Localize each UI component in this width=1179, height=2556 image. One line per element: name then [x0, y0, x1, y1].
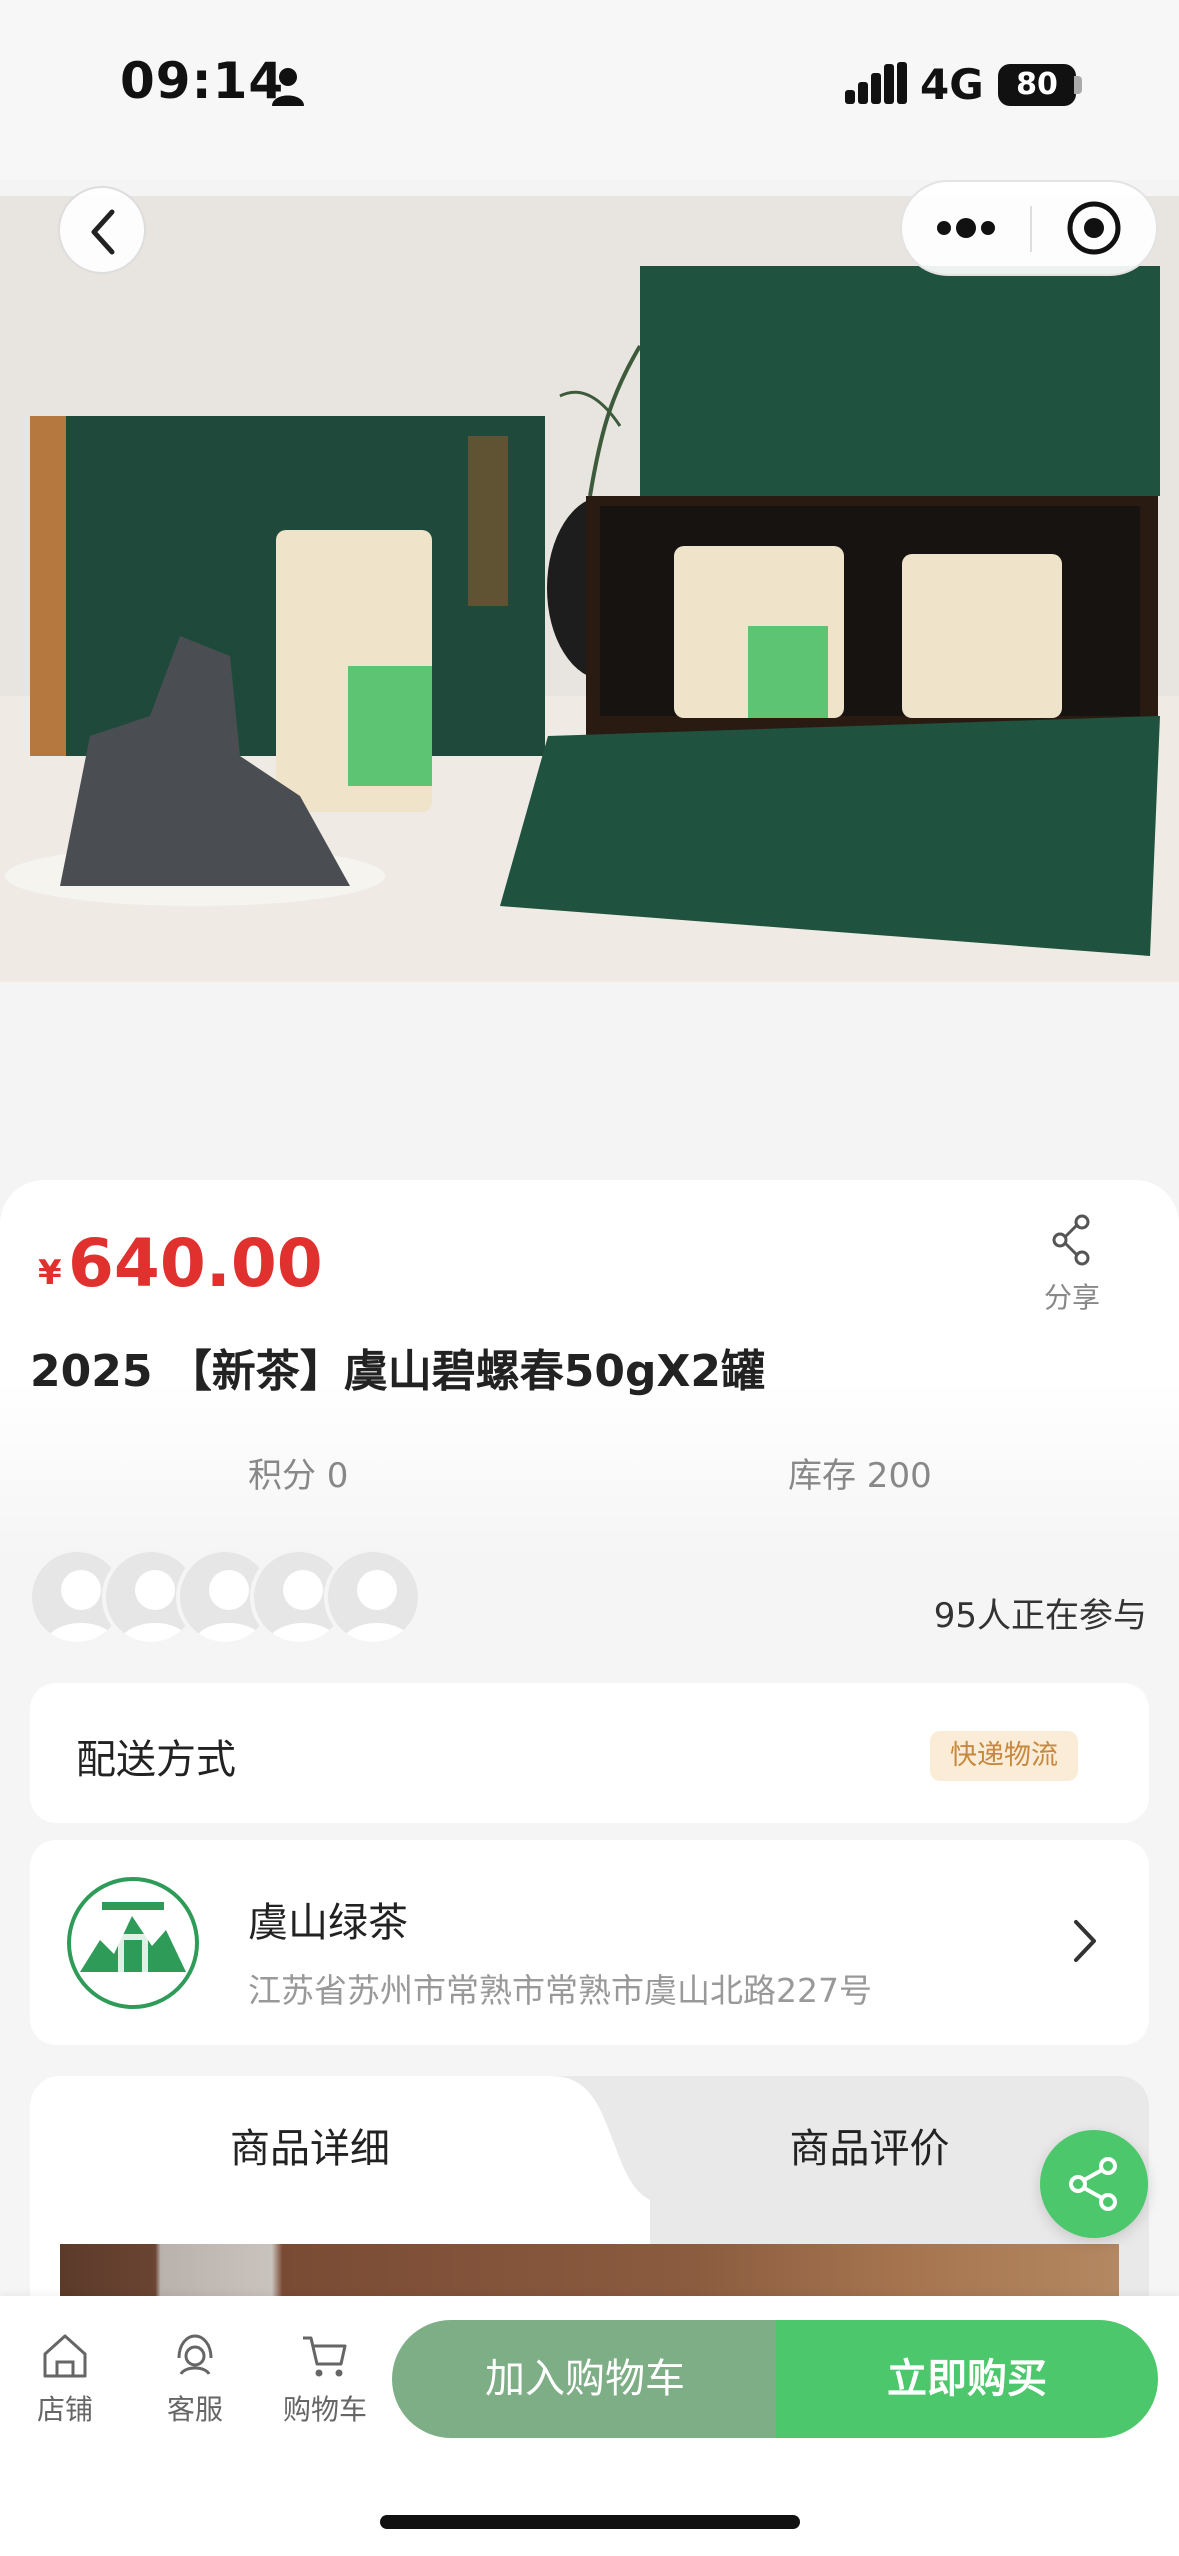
customer-service-icon — [177, 2334, 213, 2375]
add-to-cart-button[interactable]: 加入购物车 — [392, 2320, 778, 2438]
nav-store[interactable]: 店铺 — [10, 2330, 120, 2428]
product-hero-image — [0, 196, 1179, 982]
nav-customer-service[interactable]: 客服 — [140, 2330, 250, 2428]
nav-store-label: 店铺 — [36, 2393, 93, 2426]
back-button[interactable] — [58, 186, 146, 274]
default-avatar-icon — [340, 1570, 414, 1642]
signal-icon — [845, 62, 907, 104]
product-title: 2025 【新茶】虞山碧螺春50gX2罐 — [30, 1346, 766, 1397]
network-type: 4G — [920, 60, 984, 109]
status-time: 09:14 — [120, 52, 285, 110]
share-button[interactable]: 分享 — [1030, 1210, 1114, 1340]
more-icon — [937, 218, 995, 238]
stock-label: 库存 200 — [788, 1456, 932, 1496]
share-label: 分享 — [1043, 1281, 1100, 1314]
delivery-method-badge: 快递物流 — [930, 1731, 1078, 1781]
nav-cart[interactable]: 购物车 — [270, 2330, 380, 2428]
store-logo-icon — [67, 1877, 199, 2009]
store-address: 江苏省苏州市常熟市常熟市虞山北路227号 — [248, 1971, 872, 2010]
share-icon — [1052, 1214, 1090, 1266]
tab-product-details[interactable]: 商品详细 — [30, 2116, 590, 2174]
store-icon — [43, 2334, 87, 2378]
floating-share-button[interactable] — [1040, 2130, 1148, 2238]
cart-icon — [303, 2336, 347, 2377]
chevron-right-icon — [1074, 1920, 1096, 1962]
store-name: 虞山绿茶 — [248, 1900, 408, 1946]
person-icon — [272, 68, 304, 106]
status-bar: 09:14 4G 80 — [0, 0, 1179, 180]
nav-customer-service-label: 客服 — [166, 2393, 223, 2426]
battery-icon: 80 — [998, 64, 1076, 106]
buy-now-button[interactable]: 立即购买 — [776, 2320, 1158, 2438]
record-icon — [1067, 201, 1121, 255]
avatar — [324, 1548, 422, 1646]
price-value: 640.00 — [68, 1225, 323, 1302]
delivery-section[interactable]: 配送方式 快递物流 — [30, 1683, 1149, 1823]
participant-avatars — [28, 1548, 448, 1652]
nav-cart-label: 购物车 — [282, 2393, 367, 2426]
close-mini-program-button[interactable] — [1032, 182, 1156, 274]
battery-tip — [1074, 76, 1082, 94]
tea-gift-box-illustration — [0, 196, 1179, 982]
back-icon — [91, 209, 115, 255]
mini-program-capsule — [900, 180, 1158, 276]
share-icon — [1069, 2157, 1117, 2211]
currency-symbol: ¥ — [38, 1253, 62, 1293]
points-label: 积分 0 — [248, 1456, 349, 1496]
delivery-label: 配送方式 — [76, 1737, 236, 1783]
store-section[interactable]: 虞山绿茶 江苏省苏州市常熟市常熟市虞山北路227号 — [30, 1840, 1149, 2045]
participants-count: 95人正在参与 — [933, 1596, 1147, 1636]
more-button[interactable] — [902, 182, 1030, 274]
home-indicator — [380, 2515, 800, 2529]
